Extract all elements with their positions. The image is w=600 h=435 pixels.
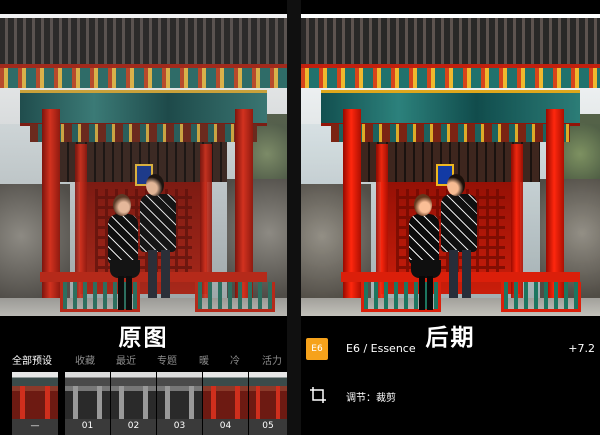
tab-all-presets[interactable]: 全部预设: [12, 352, 52, 367]
tab-favorites[interactable]: 收藏: [75, 352, 95, 367]
preset-badge: E6: [306, 338, 328, 360]
edited-photo: [301, 14, 600, 316]
original-photo: [0, 14, 287, 316]
preset-thumbnail-01[interactable]: 01: [65, 372, 110, 435]
preset-name: E6 / Essence: [346, 342, 416, 355]
tab-recent[interactable]: 最近: [116, 352, 136, 367]
preset-thumbnail-04[interactable]: 04: [203, 372, 248, 435]
thumbnail-label: 04: [203, 419, 248, 435]
thumbnail-label: 01: [65, 419, 110, 435]
thumbnail-label: 05: [249, 419, 287, 435]
panel-divider: [287, 0, 301, 435]
thumbnail-label: —: [12, 419, 58, 435]
crop-icon: [310, 387, 326, 403]
preset-category-tabs: 全部预设 收藏 最近 专题 暖 冷 活力: [0, 352, 287, 368]
original-title: 原图: [118, 325, 169, 351]
edited-panel: 后期 E6 E6 / Essence +7.2 调节：裁剪: [301, 0, 600, 435]
tab-cool[interactable]: 冷: [230, 352, 240, 367]
preset-thumbnail-02[interactable]: 02: [111, 372, 156, 435]
tab-topics[interactable]: 专题: [157, 352, 177, 367]
thumbnail-label: 02: [111, 419, 156, 435]
crop-adjustment-row[interactable]: 调节：裁剪: [301, 384, 600, 410]
preset-strength: +7.2: [568, 342, 595, 355]
applied-preset-row[interactable]: E6 E6 / Essence +7.2: [301, 338, 600, 368]
tab-vivid[interactable]: 活力: [262, 352, 282, 367]
thumbnail-label: 03: [157, 419, 202, 435]
preset-thumbnail-05[interactable]: 05: [249, 372, 287, 435]
original-panel: 原图 全部预设 收藏 最近 专题 暖 冷 活力 — 01 02 03 04 05: [0, 0, 287, 435]
crop-label: 调节：裁剪: [346, 393, 396, 404]
tab-warm[interactable]: 暖: [199, 352, 209, 367]
preset-thumbnail-none[interactable]: —: [12, 372, 58, 435]
preset-thumbnail-03[interactable]: 03: [157, 372, 202, 435]
